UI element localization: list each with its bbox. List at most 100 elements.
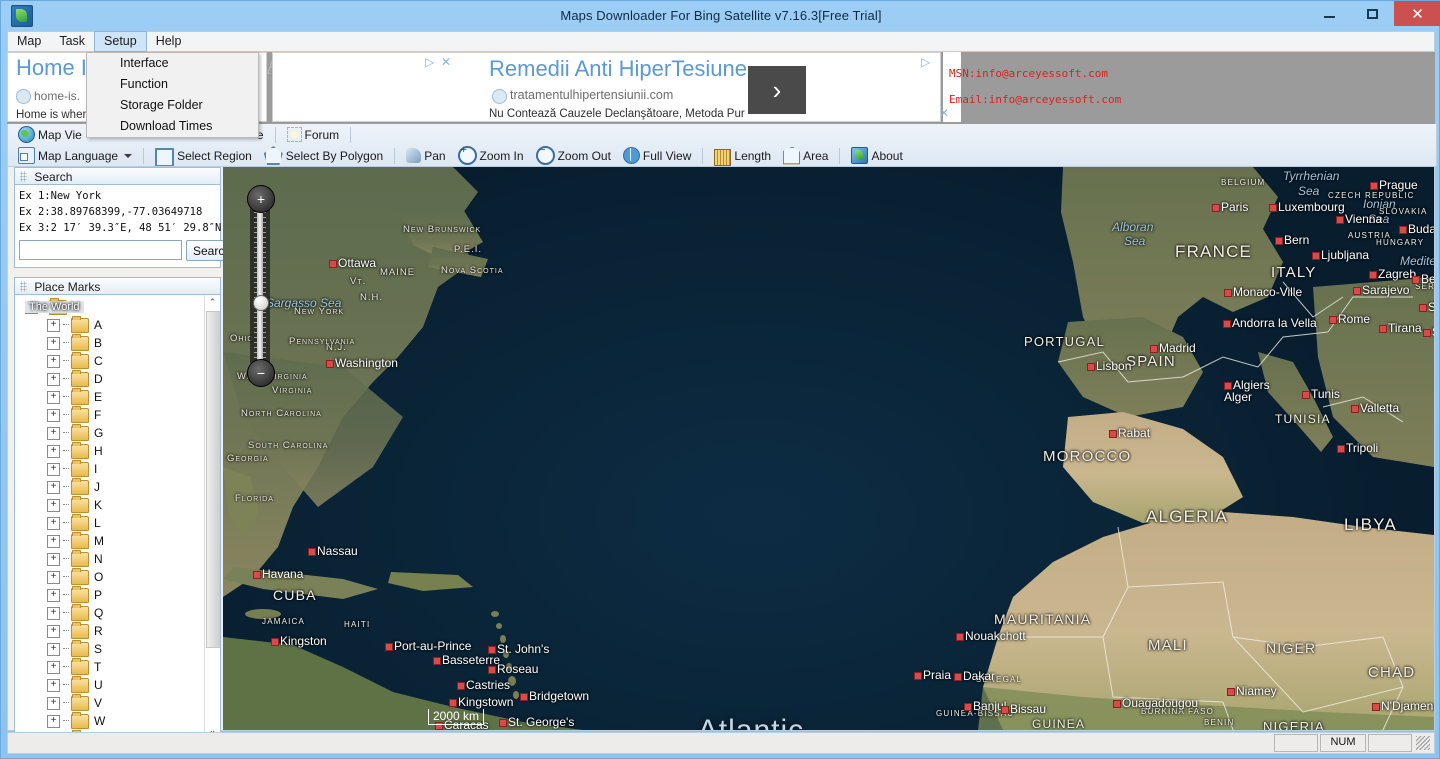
- tree-node-j[interactable]: + J: [25, 477, 205, 496]
- close-button[interactable]: ✕: [1394, 1, 1440, 26]
- tree-expander[interactable]: +: [47, 624, 60, 638]
- tree-node-o[interactable]: + O: [25, 567, 205, 586]
- tree-node-a[interactable]: + A: [25, 315, 205, 334]
- tree-expander[interactable]: +: [47, 606, 60, 620]
- tree-expander[interactable]: +: [47, 516, 60, 530]
- scroll-up-icon[interactable]: ⌃: [205, 295, 220, 310]
- menu-setup[interactable]: Setup: [94, 31, 147, 52]
- menu-item-storage-folder[interactable]: Storage Folder: [87, 95, 258, 116]
- tree-expander[interactable]: +: [47, 714, 60, 728]
- tree-node-q[interactable]: + Q: [25, 603, 205, 622]
- ad-main[interactable]: ▷ ✕ Remedii Anti HiperTesiune tratamentu…: [272, 52, 941, 122]
- toolbar-length[interactable]: Length: [708, 146, 777, 166]
- maximize-button[interactable]: [1351, 1, 1394, 26]
- ad-right-close-badge[interactable]: ✕: [939, 106, 949, 120]
- tree-node-h[interactable]: + H: [25, 441, 205, 460]
- tree-expander[interactable]: +: [47, 354, 60, 368]
- menu-item-download-times[interactable]: Download Times: [87, 116, 258, 137]
- map-zoom-slider[interactable]: + −: [247, 185, 275, 387]
- minimize-button[interactable]: [1308, 1, 1351, 26]
- zoom-out-button[interactable]: −: [247, 359, 275, 387]
- tree-expander[interactable]: +: [47, 372, 60, 386]
- ad-info-badge[interactable]: ▷: [425, 55, 434, 69]
- tree-node-d[interactable]: + D: [25, 369, 205, 388]
- map-viewport[interactable]: Atlantic Ocean Bay of BiscaySargasso Sea…: [223, 167, 1434, 730]
- tree-expander[interactable]: +: [47, 552, 60, 566]
- tree-node-w[interactable]: + W: [25, 711, 205, 730]
- tree-expander[interactable]: +: [47, 696, 60, 710]
- city-marker-dot: [1275, 237, 1283, 245]
- ad-next-arrow-button[interactable]: ›: [748, 66, 806, 114]
- tree-expander[interactable]: +: [47, 570, 60, 584]
- toolbar-map-language[interactable]: Map Language: [12, 146, 138, 165]
- country-label: HUNGARY: [1376, 238, 1425, 247]
- toolbar-about[interactable]: About: [845, 146, 908, 165]
- menu-help[interactable]: Help: [147, 32, 191, 51]
- tree-connector: [63, 720, 69, 722]
- tree-expander[interactable]: +: [47, 408, 60, 422]
- ad-close-badge[interactable]: ✕: [441, 55, 451, 69]
- chevron-down-icon[interactable]: [124, 153, 133, 158]
- tree-node-p[interactable]: + P: [25, 585, 205, 604]
- tree-expander[interactable]: +: [47, 462, 60, 476]
- ad-info-badge-right[interactable]: ▷: [921, 55, 930, 69]
- toolbar-separator: [274, 126, 276, 143]
- menu-item-function[interactable]: Function: [87, 74, 258, 95]
- tree-expander[interactable]: +: [47, 588, 60, 602]
- tree-node-v[interactable]: + V: [25, 693, 205, 712]
- tree-node-e[interactable]: + E: [25, 387, 205, 406]
- tree-node-k[interactable]: + K: [25, 495, 205, 514]
- state-label: Georgia: [227, 453, 269, 464]
- resize-grip-icon[interactable]: [1416, 736, 1430, 750]
- menu-task[interactable]: Task: [50, 32, 94, 51]
- folder-icon: [71, 441, 89, 459]
- tree-expander[interactable]: +: [47, 390, 60, 404]
- toolbar-zoom-in[interactable]: Zoom In: [452, 144, 530, 165]
- tree-node-u[interactable]: + U: [25, 675, 205, 694]
- tree-node-i[interactable]: + I: [25, 459, 205, 478]
- scrollbar-thumb[interactable]: [206, 311, 220, 648]
- setup-dropdown-menu: Interface Function Storage Folder Downlo…: [86, 52, 259, 138]
- tree-node-b[interactable]: + B: [25, 333, 205, 352]
- tree-node-c[interactable]: + C: [25, 351, 205, 370]
- tree-expander[interactable]: +: [47, 426, 60, 440]
- country-label: CZECH REPUBLIC: [1328, 191, 1415, 200]
- tree-expander[interactable]: +: [47, 660, 60, 674]
- city-label: Belgrade: [1421, 272, 1434, 286]
- tree-expander[interactable]: +: [47, 336, 60, 350]
- city-label: Zagreb: [1378, 267, 1417, 281]
- tree-node-g[interactable]: + G: [25, 423, 205, 442]
- city-marker-dot: [385, 643, 393, 651]
- toolbar-zoom-out[interactable]: Zoom Out: [530, 144, 617, 165]
- toolbar-pan[interactable]: Pan: [400, 146, 451, 165]
- zoom-slider-knob[interactable]: [253, 295, 269, 311]
- toolbar-map-view[interactable]: Map Vie: [12, 125, 88, 144]
- tree-node-f[interactable]: + F: [25, 405, 205, 424]
- zoom-in-button[interactable]: +: [247, 185, 275, 213]
- tree-scrollbar[interactable]: ⌃ ⌄: [204, 295, 220, 738]
- tree-node-r[interactable]: + R: [25, 621, 205, 640]
- tree-expander[interactable]: +: [47, 480, 60, 494]
- tree-expander[interactable]: +: [47, 642, 60, 656]
- tree-expander[interactable]: +: [47, 318, 60, 332]
- city-marker-dot: [1399, 226, 1407, 234]
- toolbar-forum[interactable]: Forum: [281, 125, 346, 144]
- toolbar-select-region[interactable]: Select Region: [149, 146, 258, 167]
- tree-node-l[interactable]: + L: [25, 513, 205, 532]
- tree-node-m[interactable]: + M: [25, 531, 205, 550]
- tree-expander[interactable]: +: [47, 498, 60, 512]
- tree-expander[interactable]: +: [47, 534, 60, 548]
- tree-expander[interactable]: +: [47, 444, 60, 458]
- menu-map[interactable]: Map: [8, 32, 50, 51]
- tree-node-s[interactable]: + S: [25, 639, 205, 658]
- tree-expander[interactable]: +: [47, 678, 60, 692]
- city-label: Ljubljana: [1321, 248, 1370, 262]
- tree-node-n[interactable]: + N: [25, 549, 205, 568]
- tree-node-t[interactable]: + T: [25, 657, 205, 676]
- search-input[interactable]: [19, 240, 182, 260]
- toolbar-area[interactable]: Area: [777, 146, 834, 165]
- tree-node-the-world[interactable]: − The World: [25, 297, 205, 316]
- toolbar-full-view[interactable]: Full View: [617, 146, 697, 165]
- menu-item-interface[interactable]: Interface: [87, 53, 258, 74]
- toolbar-select-by-polygon[interactable]: Select By Polygon: [258, 146, 389, 165]
